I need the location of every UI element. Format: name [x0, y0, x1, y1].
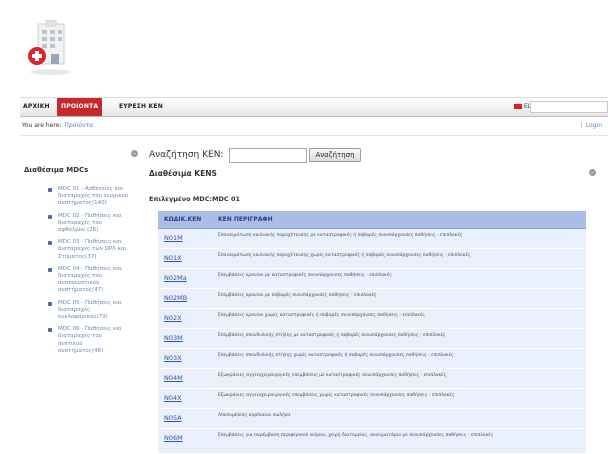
mdc-link[interactable]: MDC 05 - Παθήσεις και διαταραχές κυκλοφο… — [58, 300, 122, 320]
ken-code-link[interactable]: N02X — [164, 314, 182, 322]
table-row: N01X Επαναιμάτωση κοιλιακής παροχέτευσης … — [158, 249, 586, 269]
mdc-link[interactable]: MDC 01 - Ασθένειες και διαταραχές του νε… — [58, 186, 128, 206]
table-row: N02Ma Επεμβάσεις κρανίου με καταστροφικές… — [158, 269, 586, 289]
top-navigation-bar: ΑΡΧΙΚΗ ΠΡΟΙΟΝΤΑ ΕΥΡΕΣΗ ΚΕΝ EL ▾ — [20, 97, 608, 117]
table-header: ΚΩΔΙΚ.ΚΕΝ ΚΕΝ ΠΕΡΙΓΡΑΦΗ — [158, 211, 586, 229]
ken-description: Επεμβάσεις κρανίου με σοβαρές συνυπάρχου… — [218, 293, 377, 298]
nav-find-ken[interactable]: ΕΥΡΕΣΗ ΚΕΝ — [119, 98, 163, 116]
ken-description: Επαναιμάτωση κοιλιακής παροχέτευσης με κ… — [218, 233, 463, 238]
mdc-list: MDC 01 - Ασθένειες και διαταραχές του νε… — [48, 186, 128, 360]
collapse-main-icon[interactable]: – — [589, 169, 596, 176]
nav-products[interactable]: ΠΡΟΙΟΝΤΑ — [57, 98, 103, 116]
ken-description: Επεμβάσεις σπονδυλικής στήλης χωρίς κατα… — [218, 353, 454, 358]
table-row: N04M Εξωκράνιες αγγειοχειρουργικές επεμβά… — [158, 369, 586, 389]
hospital-logo-icon — [28, 20, 70, 75]
mdc-list-item[interactable]: MDC 03 - Παθήσεις και διαταραχές των ΩΡΛ… — [48, 239, 128, 261]
flag-icon — [514, 104, 522, 109]
table-row: N02MB Επεμβάσεις κρανίου με σοβαρές συνυπ… — [158, 289, 586, 309]
ken-description: Επεμβάσεις για παρέμβαση περιφερικού νεύ… — [218, 433, 494, 438]
header-description[interactable]: ΚΕΝ ΠΕΡΙΓΡΑΦΗ — [218, 211, 273, 228]
ken-code-link[interactable]: N01X — [164, 254, 182, 262]
ken-description: Επαναιμάτωση κοιλιακής παροχέτευσης χωρί… — [218, 253, 471, 258]
ken-description: Επεμβάσεις κρανίου με καταστροφικές συνυ… — [218, 273, 392, 278]
breadcrumb-prefix: You are here: — [22, 122, 62, 129]
breadcrumb-current[interactable]: Προϊόντα — [64, 122, 93, 129]
ken-code-link[interactable]: N06M — [164, 434, 183, 442]
ken-description: Επεμβάσεις σπονδυλικής στήλης με καταστρ… — [218, 333, 446, 338]
mdc-link[interactable]: MDC 06 - Παθήσεις και διαταραχές του πεπ… — [58, 326, 122, 354]
sidebar-title: Διαθέσιμα MDCs — [24, 166, 89, 174]
ken-search-button[interactable]: Αναζήτηση — [309, 148, 361, 162]
mdc-list-item[interactable]: MDC 06 - Παθήσεις και διαταραχές του πεπ… — [48, 326, 128, 355]
table-row: N04X Εξωκράνιες αγγειοχειρουργικές επεμβά… — [158, 389, 586, 409]
ken-description: Επεμβάσεις κρανίου χωρίς καταστροφικές ή… — [218, 313, 426, 318]
ken-search-label: Αναζήτηση ΚΕΝ: — [149, 150, 224, 160]
divider — [20, 135, 608, 136]
header-code[interactable]: ΚΩΔΙΚ.ΚΕΝ — [164, 211, 201, 228]
mdc-list-item[interactable]: MDC 02 - Παθήσεις και διαταραχές του οφθ… — [48, 213, 128, 235]
table-row: N06M Επεμβάσεις για παρέμβαση περιφερικού… — [158, 429, 586, 454]
ken-code-link[interactable]: N01M — [164, 234, 183, 242]
ken-description: Αποσυμπίεση καρπιαίου σωλήνα — [218, 413, 291, 418]
breadcrumb: You are here: Προϊόντα — [22, 122, 93, 129]
ken-code-link[interactable]: N04M — [164, 374, 183, 382]
login-link[interactable]: Login — [586, 122, 602, 129]
table-row: N01M Επαναιμάτωση κοιλιακής παροχέτευσης … — [158, 229, 586, 249]
mdc-list-item[interactable]: MDC 01 - Ασθένειες και διαταραχές του νε… — [48, 186, 128, 208]
ken-code-link[interactable]: N02MB — [164, 294, 187, 302]
ken-description: Εξωκράνιες αγγειοχειρουργικές επεμβάσεις… — [218, 373, 447, 378]
table-row: N05A Αποσυμπίεση καρπιαίου σωλήνα — [158, 409, 586, 429]
mdc-link[interactable]: MDC 02 - Παθήσεις και διαταραχές του οφθ… — [58, 213, 122, 233]
separator: | — [580, 122, 583, 129]
ken-code-link[interactable]: N02Ma — [164, 274, 187, 282]
ken-description: Εξωκράνιες αγγειοχειρουργικές επεμβάσεις… — [218, 393, 455, 398]
mdc-link[interactable]: MDC 03 - Παθήσεις και διαταραχές των ΩΡΛ… — [58, 239, 127, 259]
collapse-sidebar-icon[interactable]: – — [131, 150, 138, 157]
nav-home[interactable]: ΑΡΧΙΚΗ — [23, 98, 50, 116]
page-title: Διαθέσιμα KENS — [149, 169, 217, 178]
mdc-list-item[interactable]: MDC 05 - Παθήσεις και διαταραχές κυκλοφο… — [48, 300, 128, 322]
ken-code-link[interactable]: N03X — [164, 354, 182, 362]
mdc-list-item[interactable]: MDC 04 - Παθήσεις και διαταραχές του ανα… — [48, 266, 128, 295]
ken-table: ΚΩΔΙΚ.ΚΕΝ ΚΕΝ ΠΕΡΙΓΡΑΦΗ N01M Επαναιμάτωση… — [158, 211, 586, 454]
table-row: N02X Επεμβάσεις κρανίου χωρίς καταστροφικ… — [158, 309, 586, 329]
ken-code-link[interactable]: N03M — [164, 334, 183, 342]
mdc-link[interactable]: MDC 04 - Παθήσεις και διαταραχές του ανα… — [58, 266, 122, 294]
ken-code-link[interactable]: N05A — [164, 414, 182, 422]
table-row: N03M Επεμβάσεις σπονδυλικής στήλης με κατ… — [158, 329, 586, 349]
login-area: | Login — [581, 122, 602, 129]
ken-code-link[interactable]: N04X — [164, 394, 182, 402]
ken-search-input[interactable] — [229, 148, 307, 163]
selected-mdc: Επιλεγμένο MDC:MDC 01 — [149, 195, 241, 203]
table-row: N03X Επεμβάσεις σπονδυλικής στήλης χωρίς … — [158, 349, 586, 369]
page: ΑΡΧΙΚΗ ΠΡΟΙΟΝΤΑ ΕΥΡΕΣΗ ΚΕΝ EL ▾ You are … — [0, 0, 608, 454]
header-search-input[interactable] — [530, 101, 608, 113]
